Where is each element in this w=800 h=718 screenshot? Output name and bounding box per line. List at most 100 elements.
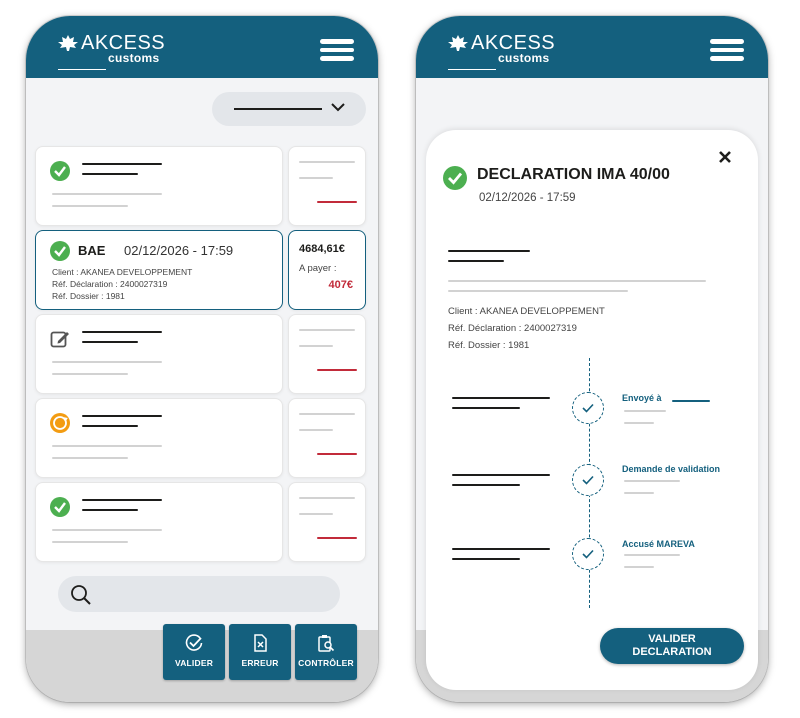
check-circle-icon <box>443 166 467 190</box>
search-icon <box>71 585 91 605</box>
placeholder-line <box>52 445 162 447</box>
placeholder-line <box>624 422 654 424</box>
placeholder-line <box>624 566 654 568</box>
placeholder-line <box>452 484 520 486</box>
error-button[interactable]: ERREUR <box>229 624 291 680</box>
hamburger-icon <box>320 39 354 44</box>
amount-card[interactable] <box>288 482 366 562</box>
search-input[interactable] <box>58 576 340 612</box>
error-file-icon <box>254 634 267 652</box>
timeline-step-label: Accusé MAREVA <box>622 539 695 549</box>
placeholder-line <box>82 173 138 175</box>
placeholder-line <box>299 413 355 415</box>
placeholder-line <box>452 407 520 409</box>
list-item[interactable] <box>35 398 283 478</box>
amount-card[interactable] <box>288 398 366 478</box>
placeholder-line <box>624 554 680 556</box>
sync-icon <box>50 413 70 433</box>
placeholder-line <box>299 329 355 331</box>
placeholder-line <box>317 453 357 455</box>
control-label: CONTRÔLER <box>298 658 354 668</box>
brand-logo: AKCESS customs <box>58 32 166 70</box>
placeholder-line <box>452 474 550 476</box>
phone-list-screen: AKCESS customs BAE 02/12/2026 - 17:59 Cl… <box>26 16 378 702</box>
timeline-step-node <box>572 464 604 496</box>
list-item-selected[interactable]: BAE 02/12/2026 - 17:59 Client : AKANEA D… <box>35 230 283 310</box>
check-icon <box>582 475 594 485</box>
declaration-date: 02/12/2026 - 17:59 <box>124 243 234 258</box>
menu-button[interactable] <box>710 39 744 61</box>
placeholder-line <box>52 541 128 543</box>
placeholder-line <box>52 193 162 195</box>
placeholder-line <box>82 499 162 501</box>
app-header: AKCESS customs <box>416 16 768 78</box>
amount-total: 4684,61€ <box>299 243 345 255</box>
placeholder-line <box>82 415 162 417</box>
brand-name: AKCESS <box>81 32 166 54</box>
placeholder-line <box>452 548 550 550</box>
placeholder-line <box>448 280 706 282</box>
declaration-date: 02/12/2026 - 17:59 <box>479 192 576 204</box>
placeholder-line <box>452 397 550 399</box>
validate-button[interactable]: VALIDER <box>163 624 225 680</box>
validate-declaration-button[interactable]: VALIDER DECLARATION <box>600 628 744 664</box>
client-name: Client : AKANEA DEVELOPPEMENT <box>52 267 193 277</box>
list-item[interactable] <box>35 482 283 562</box>
maple-leaf-icon <box>58 35 78 51</box>
list-item[interactable] <box>35 146 283 226</box>
ref-dossier: Réf. Dossier : 1981 <box>52 291 125 301</box>
declaration-title: DECLARATION IMA 40/00 <box>477 166 670 183</box>
placeholder-line <box>52 361 162 363</box>
placeholder-line <box>448 260 504 262</box>
amount-card[interactable] <box>288 314 366 394</box>
placeholder-line <box>52 457 128 459</box>
ref-declaration: Réf. Déclaration : 2400027319 <box>52 279 168 289</box>
placeholder-line <box>317 369 357 371</box>
brand-sub: customs <box>498 51 550 65</box>
chevron-down-icon <box>331 103 345 112</box>
placeholder-line <box>299 429 333 431</box>
brand-name: AKCESS <box>471 32 556 54</box>
check-circle-icon <box>50 497 70 517</box>
placeholder-line <box>52 205 128 207</box>
amount-card-selected[interactable]: 4684,61€ A payer : 407€ <box>288 230 366 310</box>
brand-sub: customs <box>108 51 160 65</box>
placeholder-line <box>52 373 128 375</box>
client-name: Client : AKANEA DEVELOPPEMENT <box>448 306 605 317</box>
maple-leaf-icon <box>448 35 468 51</box>
ref-dossier: Réf. Dossier : 1981 <box>448 340 530 351</box>
declaration-detail-sheet: DECLARATION IMA 40/00 02/12/2026 - 17:59… <box>426 130 758 690</box>
edit-icon <box>50 331 69 348</box>
placeholder-line <box>299 497 355 499</box>
placeholder-line <box>82 341 138 343</box>
filter-dropdown[interactable] <box>212 92 366 126</box>
placeholder-line <box>299 513 333 515</box>
error-label: ERREUR <box>241 658 279 668</box>
phone-detail-screen: AKCESS customs DECLARATION IMA 40/00 02/… <box>416 16 768 702</box>
filter-placeholder-line <box>234 108 322 110</box>
list-item[interactable] <box>35 314 283 394</box>
placeholder-line <box>624 480 680 482</box>
placeholder-line <box>299 345 333 347</box>
pay-label: A payer : <box>299 263 337 274</box>
validate-declaration-label-1: VALIDER <box>648 633 696 645</box>
placeholder-line <box>672 400 710 402</box>
app-header: AKCESS customs <box>26 16 378 78</box>
check-icon <box>582 549 594 559</box>
menu-button[interactable] <box>320 39 354 61</box>
placeholder-line <box>299 161 355 163</box>
brand-logo: AKCESS customs <box>448 32 556 70</box>
hamburger-icon <box>710 39 744 44</box>
ref-declaration: Réf. Déclaration : 2400027319 <box>448 323 577 334</box>
placeholder-line <box>82 163 162 165</box>
timeline-step-label: Envoyé à <box>622 393 662 403</box>
timeline-step-node <box>572 392 604 424</box>
placeholder-line <box>624 410 666 412</box>
amount-card[interactable] <box>288 146 366 226</box>
validate-label: VALIDER <box>174 658 214 668</box>
placeholder-line <box>624 492 654 494</box>
placeholder-line <box>299 177 333 179</box>
pay-value: 407€ <box>328 279 353 291</box>
close-icon[interactable] <box>718 150 732 164</box>
control-button[interactable]: CONTRÔLER <box>295 624 357 680</box>
